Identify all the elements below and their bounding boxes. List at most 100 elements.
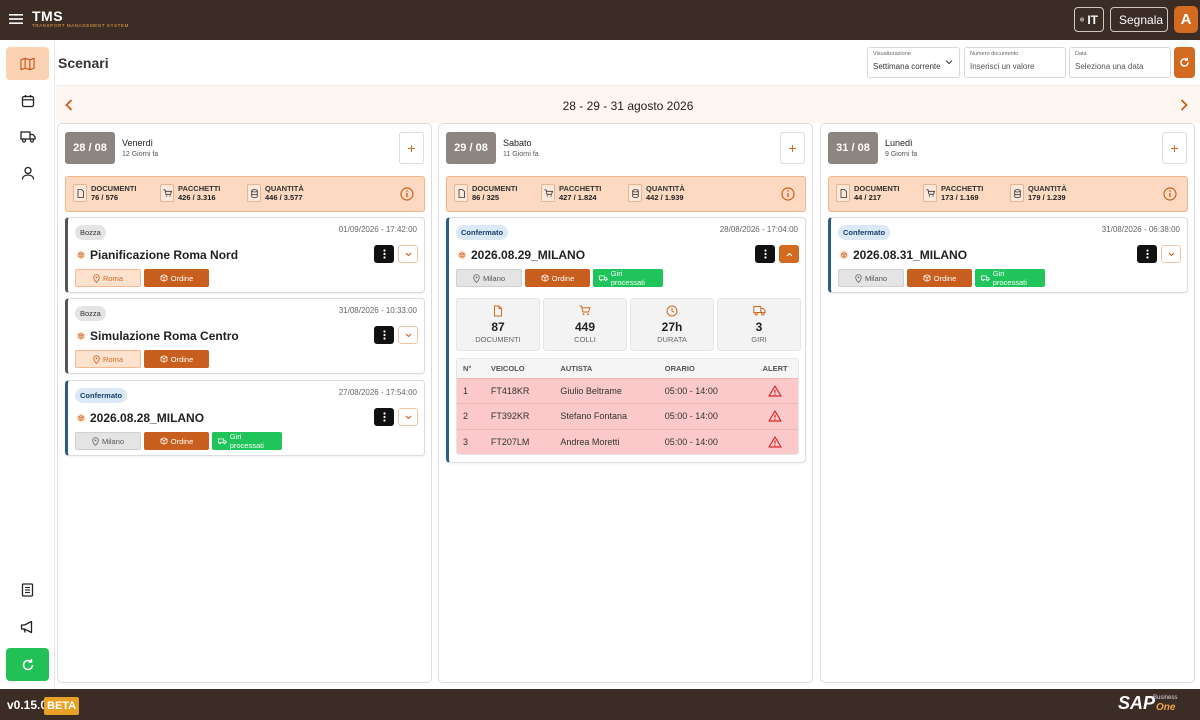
order-label: Ordine — [170, 273, 194, 283]
summary-documents-value: 86 / 325 — [472, 193, 500, 202]
expand-button[interactable] — [398, 245, 418, 263]
scenario-date: 31/08/2026 - 06:38:00 — [1101, 225, 1180, 234]
table-row[interactable]: 3 FT207LM Andrea Moretti 05:00 - 14:00 — [457, 428, 798, 454]
kebab-icon — [763, 249, 767, 259]
add-scenario-button[interactable]: + — [399, 132, 424, 164]
expand-button[interactable] — [1161, 245, 1181, 263]
scenario-card[interactable]: Confermato 27/08/2026 - 17:54:00 2026.08… — [65, 380, 425, 456]
more-actions-button[interactable] — [374, 408, 394, 426]
sidebar-item-map[interactable] — [6, 47, 49, 80]
scenario-chips: Milano Ordine Giri processati — [75, 432, 282, 450]
routes-processed-chip[interactable]: Giri processati — [975, 269, 1045, 287]
clock-icon — [631, 305, 713, 318]
more-actions-button[interactable] — [374, 326, 394, 344]
hamburger-menu-icon[interactable] — [9, 12, 23, 26]
summary-documents: DOCUMENTI 86 / 325 — [454, 184, 517, 203]
box-icon — [923, 274, 931, 282]
summary-documents-label: DOCUMENTI — [91, 184, 137, 193]
order-chip[interactable]: Ordine — [525, 269, 590, 287]
document-number-placeholder: Inserisci un valore — [970, 62, 1035, 71]
sidebar-item-refresh[interactable] — [6, 648, 49, 681]
scenario-card[interactable]: Bozza 01/09/2026 - 17:42:00 Pianificazio… — [65, 217, 425, 293]
sidebar-item-vehicles[interactable] — [6, 120, 49, 153]
scenario-card[interactable]: Confermato 31/08/2026 - 06:38:00 2026.08… — [828, 217, 1188, 293]
scenario-card[interactable]: Bozza 31/08/2026 - 10:33:00 Simulazione … — [65, 298, 425, 374]
view-select[interactable]: Visualizzazione Settimana corrente — [867, 47, 960, 78]
scenario-chips: Roma Ordine — [75, 350, 209, 368]
location-label: Roma — [102, 273, 123, 283]
day-summary: DOCUMENTI 76 / 576 PACCHETTI 426 / 3.316 Q… — [65, 176, 425, 212]
status-badge: Confermato — [838, 225, 891, 240]
sidebar — [0, 40, 55, 689]
scenario-card-expanded[interactable]: Confermato 28/08/2026 - 17:04:00 2026.08… — [446, 217, 806, 463]
table-row[interactable]: 2 FT392KR Stefano Fontana 05:00 - 14:00 — [457, 403, 798, 429]
summary-documents-label: DOCUMENTI — [472, 184, 518, 193]
expand-button[interactable] — [398, 326, 418, 344]
warning-icon[interactable] — [752, 410, 798, 423]
summary-quantity: QUANTITÀ 446 / 3.577 — [247, 184, 304, 203]
summary-quantity: QUANTITÀ 442 / 1.939 — [628, 184, 685, 203]
expand-button[interactable] — [398, 408, 418, 426]
sidebar-item-users[interactable] — [6, 156, 49, 189]
truck-icon — [599, 275, 608, 281]
routes-processed-label: Giri processati — [610, 269, 645, 287]
table-row[interactable]: 1 FT418KR Giulio Beltrame 05:00 - 14:00 — [457, 378, 798, 404]
date-navigator: 28 - 29 - 31 agosto 2026 — [56, 86, 1200, 123]
add-scenario-button[interactable]: + — [780, 132, 805, 164]
map-pin-icon — [855, 273, 862, 283]
more-actions-button[interactable] — [1137, 245, 1157, 263]
sidebar-item-announcements[interactable] — [6, 610, 49, 643]
kebab-icon — [382, 330, 386, 340]
more-actions-button[interactable] — [374, 245, 394, 263]
scenario-chips: Milano Ordine Giri processati — [838, 269, 1045, 287]
vehicle-plate: FT418KR — [490, 386, 530, 397]
routes-processed-chip[interactable]: Giri processati — [593, 269, 663, 287]
database-icon — [628, 184, 642, 202]
stat-label: DOCUMENTI — [475, 335, 521, 344]
warning-icon[interactable] — [752, 385, 798, 397]
location-chip: Roma — [75, 269, 141, 287]
order-chip[interactable]: Ordine — [144, 350, 209, 368]
box-icon — [457, 250, 467, 260]
column-header: AUTISTA — [560, 364, 593, 373]
header-refresh-button[interactable] — [1174, 47, 1195, 78]
more-actions-button[interactable] — [755, 245, 775, 263]
box-icon — [839, 250, 849, 260]
order-chip[interactable]: Ordine — [144, 432, 209, 450]
summary-packages-value: 426 / 3.316 — [178, 193, 216, 202]
add-scenario-button[interactable]: + — [1162, 132, 1187, 164]
beta-badge: BETA — [44, 697, 80, 715]
vehicle-plate: FT207LM — [490, 436, 530, 447]
refresh-icon — [22, 658, 33, 670]
info-icon[interactable] — [400, 187, 414, 201]
collapse-button[interactable] — [779, 245, 799, 263]
next-week-button[interactable] — [1180, 99, 1188, 111]
warning-icon[interactable] — [752, 436, 798, 448]
sidebar-item-documents[interactable] — [6, 573, 49, 606]
report-button[interactable]: Segnala — [1110, 7, 1168, 32]
column-header: ORARIO — [664, 364, 695, 373]
truck-icon — [981, 275, 990, 281]
order-chip[interactable]: Ordine — [144, 269, 209, 287]
user-icon — [21, 166, 34, 180]
scenario-title: 2026.08.28_MILANO — [90, 411, 205, 425]
date-label: Data — [1075, 51, 1087, 57]
summary-packages-value: 427 / 1.824 — [559, 193, 597, 202]
document-number-input[interactable]: Numero documento Inserisci un valore — [964, 47, 1066, 78]
sap-business-text: Business — [1153, 695, 1178, 701]
scenario-title: 2026.08.29_MILANO — [471, 248, 586, 262]
date-input[interactable]: Data Seleziona una data — [1069, 47, 1171, 78]
sidebar-item-calendar[interactable] — [6, 84, 49, 117]
info-icon[interactable] — [781, 187, 795, 201]
truck-icon — [718, 305, 800, 318]
scenario-date: 27/08/2026 - 17:54:00 — [338, 388, 417, 397]
driver-name: Giulio Beltrame — [560, 386, 622, 397]
user-avatar[interactable]: A — [1174, 6, 1198, 33]
routes-processed-chip[interactable]: Giri processati — [212, 432, 282, 450]
cart-icon — [160, 184, 174, 202]
app-logo[interactable]: TMS TRANSPORT MANAGEMENT SYSTEM — [32, 9, 129, 29]
order-chip[interactable]: Ordine — [907, 269, 972, 287]
language-button[interactable]: IT — [1074, 7, 1104, 32]
info-icon[interactable] — [1163, 187, 1177, 201]
days-ago-label: 11 Giorni fa — [503, 151, 539, 158]
